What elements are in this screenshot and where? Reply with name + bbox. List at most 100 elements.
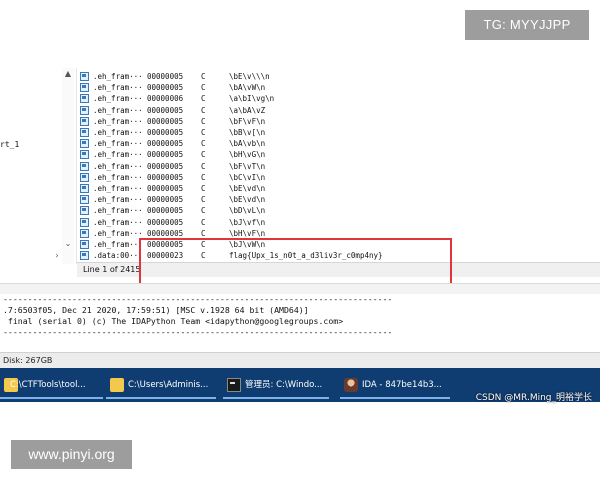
string-length: 00000005 <box>147 172 184 182</box>
folder-icon <box>110 378 124 392</box>
string-row[interactable]: .eh_fram··· 00000005 C \bF\vT\n <box>77 161 600 172</box>
disk-status: Disk: 267GB <box>3 356 53 365</box>
string-length: 00000005 <box>147 83 184 93</box>
scroll-up-icon[interactable]: ▲ <box>62 68 74 80</box>
string-address: .eh_fram··· <box>93 72 143 81</box>
taskbar-label: C:\Users\Adminis... <box>128 380 209 390</box>
string-row-icon <box>80 139 89 149</box>
string-type: C <box>201 150 206 160</box>
string-address: .eh_fram··· <box>93 161 143 171</box>
ida-icon <box>344 378 358 392</box>
string-row[interactable]: .eh_fram··· 00000005 C \bH\vG\n <box>77 149 600 160</box>
string-row[interactable]: .eh_fram··· 00000005 C \bE\vd\n <box>77 183 600 194</box>
strings-window: .eh_fram··· 00000005 C \bE\v\\\n .eh_fram···… <box>76 68 600 277</box>
string-row-icon <box>80 161 89 171</box>
string-length: 00000005 <box>147 184 184 193</box>
string-row[interactable]: .eh_fram··· 00000005 C \bD\vL\n <box>77 205 600 216</box>
string-address: .eh_fram··· <box>93 94 143 104</box>
function-name-fragment[interactable]: rt_1 <box>0 140 19 149</box>
output-console[interactable]: ----------------------------------------… <box>0 294 600 350</box>
string-type: C <box>201 83 206 93</box>
string-address: .eh_fram··· <box>93 139 143 149</box>
string-length: 00000005 <box>147 161 184 171</box>
string-address: .eh_fram··· <box>93 184 143 193</box>
string-length: 00000005 <box>147 116 184 126</box>
string-length: 00000005 <box>147 195 184 205</box>
string-type: C <box>201 72 206 81</box>
string-type: C <box>201 139 206 149</box>
string-length: 00000005 <box>147 139 184 149</box>
string-row-icon <box>80 228 89 238</box>
taskbar-item-users[interactable]: C:\Users\Adminis... <box>106 371 216 399</box>
string-length: 00000005 <box>147 150 184 160</box>
string-address: .eh_fram··· <box>93 105 143 115</box>
string-row-icon <box>80 128 89 137</box>
scroll-right-icon[interactable]: › <box>52 250 62 262</box>
string-value: \a\bI\vg\n <box>229 94 275 104</box>
string-value: \bD\vL\n <box>229 206 266 216</box>
string-value: \bF\vF\n <box>229 116 266 126</box>
string-address: .eh_fram··· <box>93 217 143 227</box>
string-value: \bA\vW\n <box>229 83 266 93</box>
string-row[interactable]: .eh_fram··· 00000005 C \bA\vW\n <box>77 82 600 93</box>
taskbar-item-cmd[interactable]: 管理员: C:\Windo... <box>223 371 329 399</box>
string-type: C <box>201 116 206 126</box>
taskbar-label: IDA - 847be14b3... <box>362 380 442 390</box>
console-dash-line: ----------------------------------------… <box>3 327 393 337</box>
string-address: .eh_fram··· <box>93 240 143 249</box>
string-address: .eh_fram··· <box>93 228 143 238</box>
string-row[interactable]: .eh_fram··· 00000005 C \bJ\vf\n <box>77 217 600 228</box>
csdn-watermark: CSDN @MR.Ming_明裕学长 <box>475 393 592 403</box>
string-value: \bF\vT\n <box>229 161 266 171</box>
string-type: C <box>201 206 206 216</box>
string-row[interactable]: .eh_fram··· 00000005 C \bE\vd\n <box>77 194 600 205</box>
string-type: C <box>201 195 206 205</box>
string-row-icon <box>80 184 89 193</box>
string-row-icon <box>80 105 89 115</box>
string-type: C <box>201 161 206 171</box>
string-address: .eh_fram··· <box>93 195 143 205</box>
string-row-icon <box>80 206 89 216</box>
string-row[interactable]: .eh_fram··· 00000005 C \bF\vF\n <box>77 116 600 127</box>
string-value: \bE\vd\n <box>229 195 266 205</box>
taskbar-label: C:\CTFTools\tool... <box>10 380 86 390</box>
task-active-indicator <box>340 397 450 399</box>
string-row-icon <box>80 217 89 227</box>
string-value: \bA\vb\n <box>229 139 266 149</box>
taskbar-item-ida[interactable]: IDA - 847be14b3... <box>340 371 450 399</box>
string-row-icon <box>80 72 89 81</box>
string-address: .eh_fram··· <box>93 206 143 216</box>
string-row[interactable]: .eh_fram··· 00000005 C \bA\vb\n <box>77 138 600 149</box>
string-length: 00000005 <box>147 105 184 115</box>
line-count: Line 1 of 2415 <box>83 265 141 274</box>
string-value: \a\bA\vZ <box>229 105 266 115</box>
string-address: .eh_fram··· <box>93 116 143 126</box>
string-row-icon <box>80 195 89 205</box>
string-value: \bB\v[\n <box>229 128 266 137</box>
string-row[interactable]: .eh_fram··· 00000005 C \bC\vI\n <box>77 172 600 183</box>
console-line: .7:6503f05, Dec 21 2020, 17:59:51) [MSC … <box>3 305 309 315</box>
pinyi-watermark: www.pinyi.org <box>11 440 132 469</box>
string-address: .eh_fram··· <box>93 150 143 160</box>
string-length: 00000005 <box>147 128 184 137</box>
string-value: \bE\v\\\n <box>229 72 270 81</box>
flag-highlight-box <box>139 238 452 285</box>
string-length: 00000005 <box>147 217 184 227</box>
string-row-icon <box>80 251 89 261</box>
left-pane-scrollbar[interactable]: ▲ ⌄ <box>62 68 74 264</box>
string-value: \bE\vd\n <box>229 184 266 193</box>
string-type: C <box>201 94 206 104</box>
string-row[interactable]: .eh_fram··· 00000005 C \a\bA\vZ <box>77 105 600 116</box>
string-value: \bC\vI\n <box>229 172 266 182</box>
console-dash-line: ----------------------------------------… <box>3 294 393 304</box>
task-active-indicator <box>106 397 216 399</box>
string-address: .eh_fram··· <box>93 172 143 182</box>
string-row[interactable]: .eh_fram··· 00000005 C \bB\v[\n <box>77 127 600 138</box>
string-row[interactable]: .eh_fram··· 00000005 C \bE\v\\\n <box>77 71 600 82</box>
taskbar-item-ctftools[interactable]: C:\CTFTools\tool... <box>0 371 103 399</box>
string-address: .eh_fram··· <box>93 83 143 93</box>
string-value: \bH\vG\n <box>229 150 266 160</box>
string-type: C <box>201 105 206 115</box>
string-row[interactable]: .eh_fram··· 00000006 C \a\bI\vg\n <box>77 93 600 104</box>
scroll-down-icon[interactable]: ⌄ <box>62 238 74 250</box>
